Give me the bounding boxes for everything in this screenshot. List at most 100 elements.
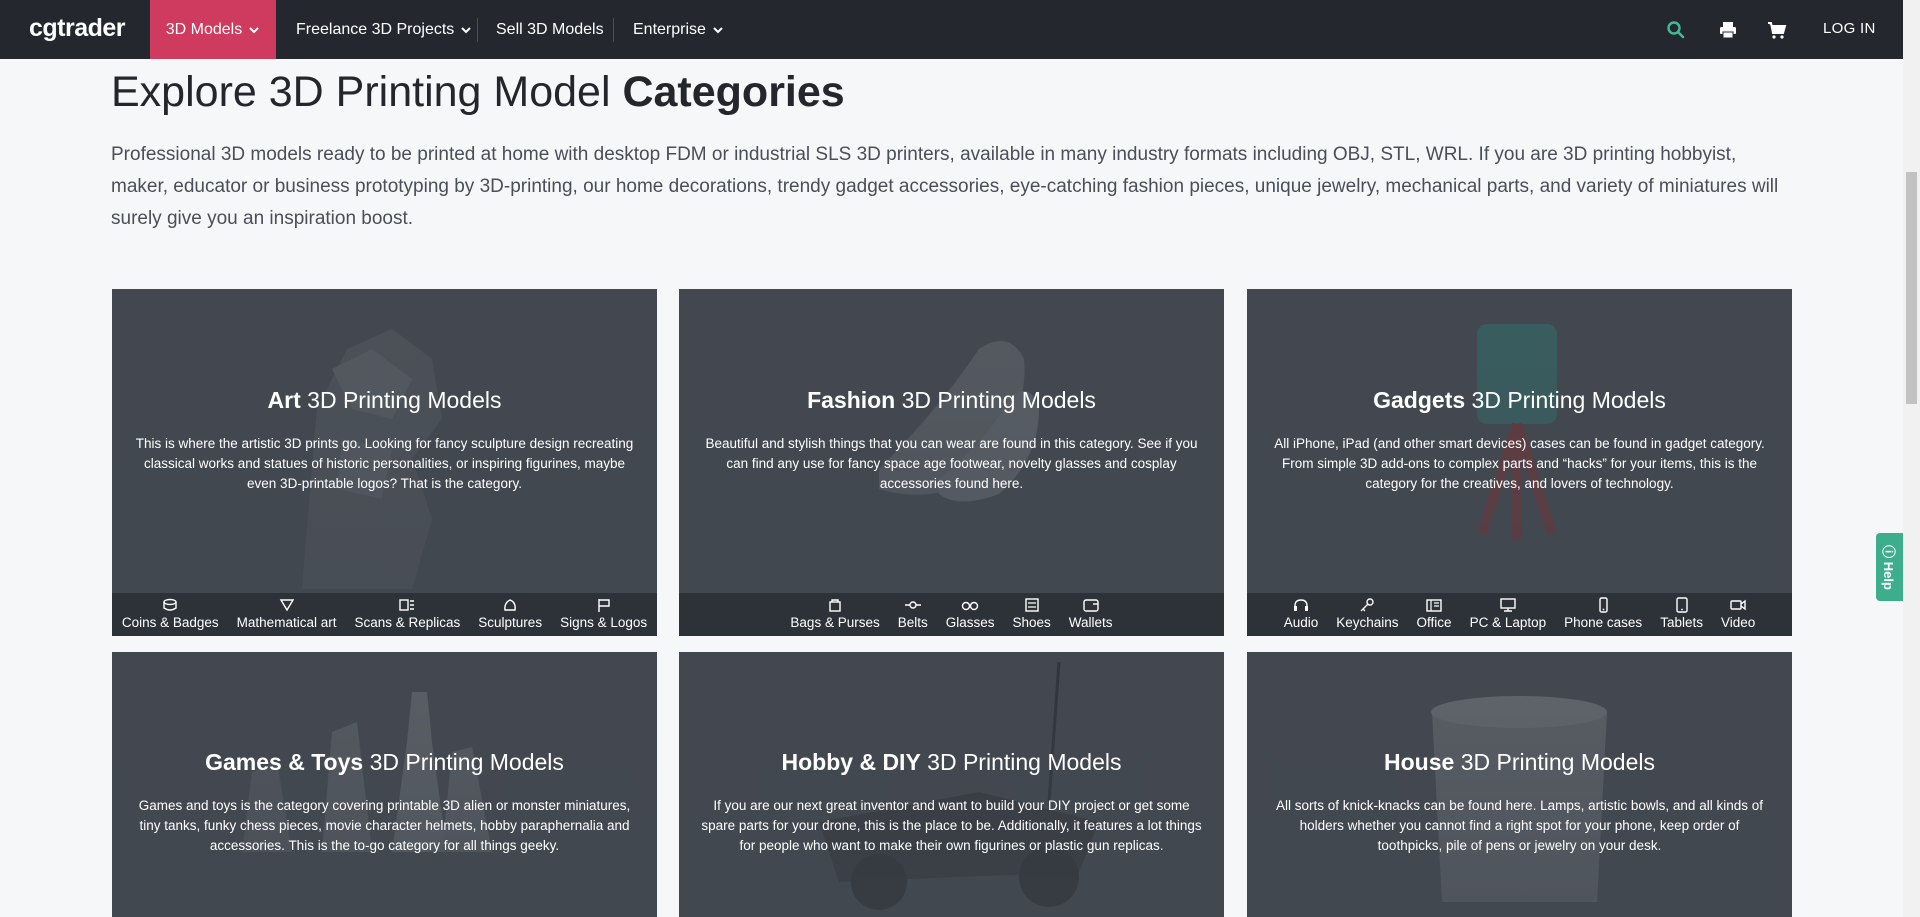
wallet-icon [1082,599,1099,612]
video-camera-icon [1730,599,1746,611]
category-card-house[interactable]: House 3D Printing Models All sorts of kn… [1247,652,1792,917]
card-title: Fashion 3D Printing Models [679,387,1224,414]
subcategory-label: Belts [897,615,928,630]
nav-divider [477,18,478,42]
scrollbar-thumb[interactable] [1906,172,1917,404]
subcategory-mathematical-art[interactable]: Mathematical art [236,593,337,636]
page-title-bold: Categories [622,68,845,116]
nav-enterprise-label: Enterprise [633,20,706,38]
chevron-down-icon [713,26,723,33]
office-icon [1426,599,1442,612]
subcategory-phone-cases[interactable]: Phone cases [1564,593,1642,636]
printer-icon[interactable] [1718,20,1738,40]
subcategory-label: Signs & Logos [560,615,648,630]
shoe-icon [1024,598,1039,612]
subcategory-shoes[interactable]: Shoes [1013,593,1051,636]
help-tab[interactable]: ⓘ Help [1876,533,1903,601]
sign-icon [597,599,610,612]
belt-icon [904,601,921,609]
card-description: Games and toys is the category covering … [138,798,631,853]
card-title: Hobby & DIY 3D Printing Models [679,749,1224,776]
card-title-category: House [1384,749,1455,775]
geometry-icon [279,599,294,612]
subcategory-label: Mathematical art [236,615,337,630]
login-link[interactable]: LOG IN [1823,20,1876,37]
card-description: All sorts of knick-knacks can be found h… [1276,798,1763,853]
subcategory-scans-replicas[interactable]: Scans & Replicas [354,593,460,636]
help-label-text: Help [1881,561,1897,590]
card-title-suffix: 3D Printing Models [369,749,564,775]
nav-freelance-projects[interactable]: Freelance 3D Projects [296,0,472,59]
nav-sell-3d-models[interactable]: Sell 3D Models [496,0,604,59]
card-title-category: Hobby & DIY [781,749,921,775]
scan-icon [399,599,415,611]
subcategory-label: PC & Laptop [1469,615,1547,630]
monitor-icon [1500,598,1516,612]
glasses-icon [961,601,979,611]
subcategory-label: Video [1720,615,1756,630]
subcategory-label: Wallets [1068,615,1113,630]
nav-3d-models[interactable]: 3D Models [150,0,276,59]
help-tab-label: ⓘ Help [1881,544,1897,590]
subcategory-glasses[interactable]: Glasses [946,593,995,636]
search-icon[interactable] [1666,20,1686,40]
tablet-icon [1675,597,1688,613]
subcategory-label: Scans & Replicas [354,615,461,630]
subcategory-label: Keychains [1336,615,1399,630]
card-description: Beautiful and stylish things that you ca… [705,436,1198,491]
subcategory-video[interactable]: Video [1721,593,1755,636]
page-scrollbar[interactable] [1903,0,1920,917]
subcategory-signs-logos[interactable]: Signs & Logos [560,593,647,636]
card-title: House 3D Printing Models [1247,749,1792,776]
cart-icon[interactable] [1767,20,1787,40]
card-title: Games & Toys 3D Printing Models [112,749,657,776]
card-description: If you are our next great inventor and w… [701,798,1202,853]
subcategory-belts[interactable]: Belts [898,593,928,636]
subcategory-label: Office [1416,615,1452,630]
chevron-down-icon [461,26,472,33]
subcategory-bar: Audio Keychains Office PC & Laptop Phone… [1247,593,1792,636]
subcategory-bags-purses[interactable]: Bags & Purses [790,593,880,636]
page-title-regular: Explore 3D Printing Model [111,68,623,116]
subcategory-office[interactable]: Office [1417,593,1452,636]
category-card-art[interactable]: Art 3D Printing Models This is where the… [112,289,657,636]
card-title-category: Fashion [807,387,896,413]
category-card-gadgets[interactable]: Gadgets 3D Printing Models All iPhone, i… [1247,289,1792,636]
subcategory-bar: Bags & Purses Belts Glasses Shoes Wallet… [679,593,1224,636]
page-intro: Professional 3D models ready to be print… [111,144,1779,229]
subcategory-label: Glasses [945,615,995,630]
page-title: Explore 3D Printing Model Categories [111,68,845,117]
cgtrader-logo[interactable]: cgtrader [29,14,126,43]
category-card-games-toys[interactable]: Games & Toys 3D Printing Models Games an… [112,652,657,917]
nav-enterprise[interactable]: Enterprise [633,0,724,59]
category-card-fashion[interactable]: Fashion 3D Printing Models Beautiful and… [679,289,1224,636]
subcategory-label: Coins & Badges [121,615,219,630]
card-overlay [112,652,657,917]
key-icon [1360,598,1375,612]
card-title: Art 3D Printing Models [112,387,657,414]
card-overlay [1247,652,1792,917]
category-card-hobby-diy[interactable]: Hobby & DIY 3D Printing Models If you ar… [679,652,1224,917]
card-title-suffix: 3D Printing Models [901,387,1096,413]
card-title-category: Art [267,387,301,413]
subcategory-audio[interactable]: Audio [1283,593,1319,636]
card-title-suffix: 3D Printing Models [927,749,1122,775]
card-overlay [679,652,1224,917]
subcategory-wallets[interactable]: Wallets [1069,593,1113,636]
nav-sell-3d-models-label: Sell 3D Models [496,20,604,38]
subcategory-label: Shoes [1012,615,1051,630]
subcategory-label: Sculptures [478,615,543,630]
headphones-icon [1293,599,1308,611]
subcategory-pc-laptop[interactable]: PC & Laptop [1469,593,1547,636]
subcategory-label: Bags & Purses [790,615,880,630]
subcategory-tablets[interactable]: Tablets [1660,593,1703,636]
card-title-category: Games & Toys [205,749,364,775]
subcategory-label: Audio [1283,615,1319,630]
nav-freelance-projects-label: Freelance 3D Projects [296,20,455,38]
subcategory-keychains[interactable]: Keychains [1336,593,1399,636]
subcategory-coins-badges[interactable]: Coins & Badges [122,593,219,636]
bag-icon [829,599,841,612]
coins-icon [163,598,177,611]
subcategory-sculptures[interactable]: Sculptures [478,593,542,636]
card-description: This is where the artistic 3D prints go.… [135,436,634,491]
